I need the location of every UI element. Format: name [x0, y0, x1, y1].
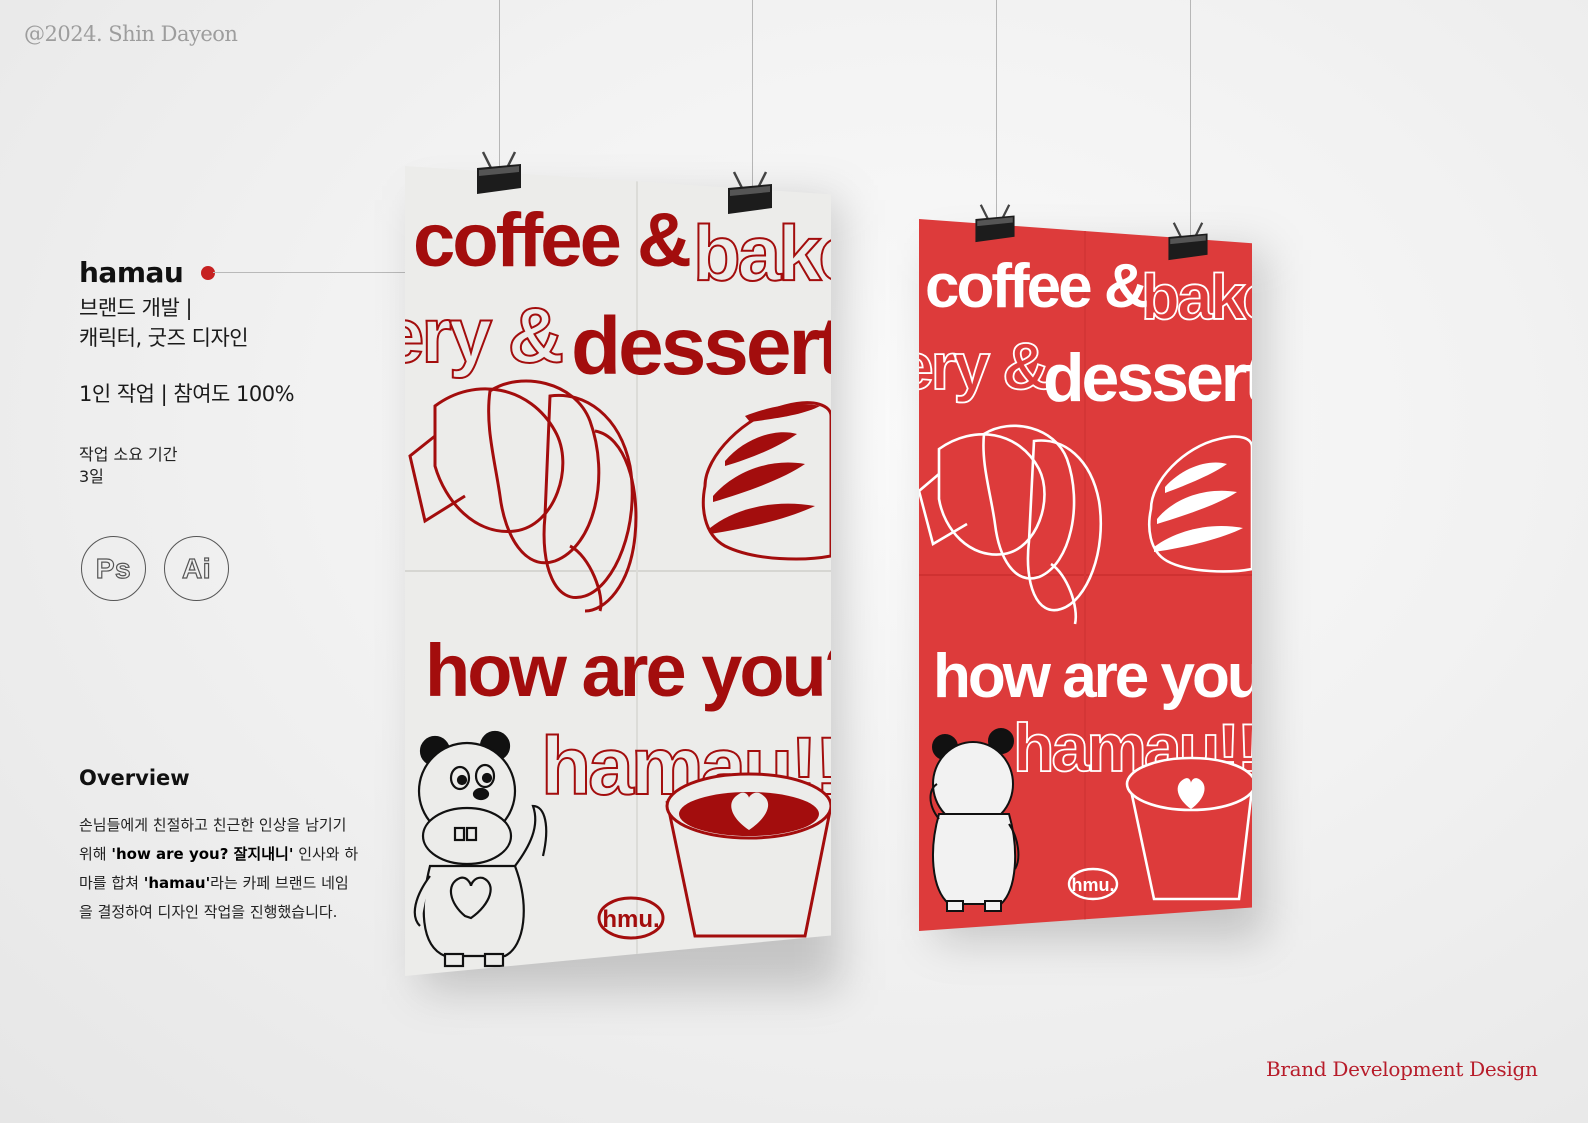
role-line: 브랜드 개발 | [79, 296, 193, 320]
hanging-string [499, 0, 500, 168]
croissant-illustration [919, 424, 1103, 625]
greeting-text: how are you? [933, 642, 1252, 711]
hanging-string [752, 0, 753, 192]
headline-solid: coffee & [413, 198, 690, 283]
greeting-text: how are you? [425, 629, 831, 712]
hippo-mascot-back [929, 728, 1020, 912]
croissant-illustration [408, 379, 638, 613]
coffee-cup-illustration [1125, 756, 1252, 901]
overview-title: Overview [79, 766, 190, 790]
headline-solid: dessert [571, 301, 831, 392]
headline-outline: ery & [405, 291, 562, 379]
svg-text:hmu.: hmu. [602, 906, 659, 933]
period-label: 작업 소요 기간 [79, 445, 178, 464]
headline-solid: dessert [1043, 340, 1252, 416]
project-title-row: hamau [79, 256, 216, 289]
participation: 1인 작업 | 참여도 100% [79, 382, 295, 406]
headline-outline: bake [693, 209, 831, 297]
poster-red: coffee & bake ery & dessert how are you?… [919, 219, 1252, 931]
binder-clip [975, 204, 1015, 243]
signature: Brand Development Design [1266, 1057, 1538, 1081]
poster-white-art: coffee & bake ery & dessert how are you?… [405, 166, 831, 976]
headline-outline: ery & [919, 329, 1048, 403]
headline-outline: bake [1141, 261, 1252, 333]
binder-clip [728, 171, 772, 214]
bread-illustration [701, 401, 831, 561]
title-line [213, 272, 409, 273]
svg-text:hmu.: hmu. [1072, 875, 1115, 895]
binder-clip [1168, 222, 1208, 261]
hmu-logo: hmu. [1067, 867, 1119, 901]
overview-highlight: 'how are you? 잘지내니' [111, 845, 294, 863]
poster-red-art: coffee & bake ery & dessert how are you?… [919, 219, 1252, 931]
hmu-logo: hmu. [597, 896, 665, 940]
headline-solid: coffee & [925, 252, 1147, 321]
work-period: 작업 소요 기간 3일 [79, 444, 178, 488]
period-value: 3일 [79, 467, 104, 486]
copyright: @2024. Shin Dayeon [24, 22, 238, 46]
role-line: 캐릭터, 굿즈 디자인 [79, 326, 249, 350]
hanging-string [996, 0, 997, 220]
photoshop-icon: Ps [81, 536, 146, 601]
bread-illustration [1147, 435, 1252, 573]
coffee-cup-illustration [665, 772, 831, 938]
tool-list: Ps Ai [81, 536, 229, 601]
project-role: 브랜드 개발 | 캐릭터, 굿즈 디자인 [79, 293, 249, 353]
binder-clip [477, 151, 521, 194]
hippo-mascot [413, 730, 548, 968]
overview-highlight: 'hamau' [143, 874, 211, 892]
illustrator-icon: Ai [164, 536, 229, 601]
hanging-string [1190, 0, 1191, 238]
project-name: hamau [79, 256, 184, 289]
overview-text: 손님들에게 친절하고 친근한 인상을 남기기 위해 'how are you? … [79, 816, 359, 921]
poster-white: coffee & bake ery & dessert how are you?… [405, 166, 831, 976]
